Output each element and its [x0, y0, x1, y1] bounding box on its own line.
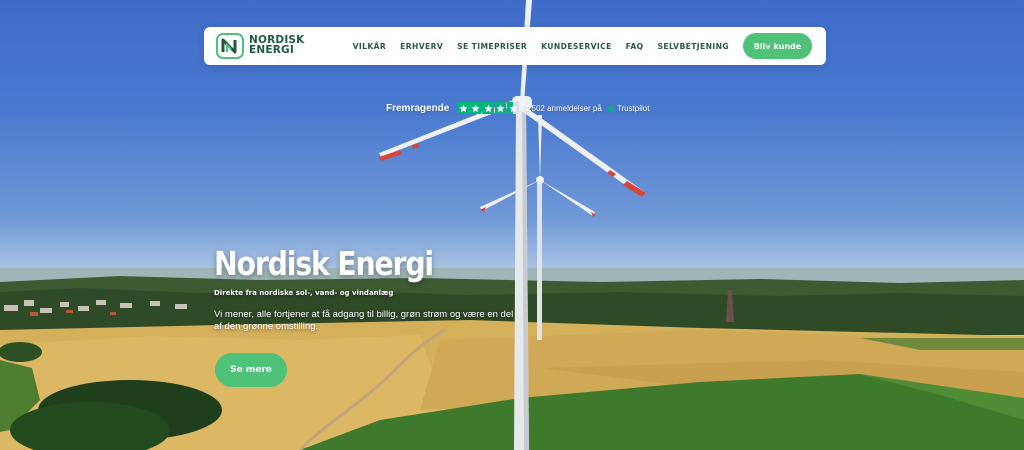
nav-link-kundeservice[interactable]: KUNDESERVICE — [534, 42, 619, 51]
top-navigation-bar: NORDISK ENERGI VILKÅR ERHVERV SE TIMEPRI… — [204, 27, 826, 65]
star-icon — [457, 102, 469, 114]
hero-title: Nordisk Energi — [214, 244, 434, 283]
half-star-icon — [507, 102, 519, 114]
nav-link-vilkar[interactable]: VILKÅR — [346, 42, 394, 51]
wind-turbine-landscape-photo — [0, 0, 1024, 450]
review-count-text: 1.502 anmeldelser på — [524, 103, 602, 113]
se-mere-button[interactable]: Se mere — [215, 353, 287, 387]
trust-rating-label: Fremragende — [386, 102, 450, 114]
nav-link-se-timepriser[interactable]: SE TIMEPRISER — [450, 42, 534, 51]
bliv-kunde-button[interactable]: Bliv kunde — [743, 33, 812, 59]
logo[interactable]: NORDISK ENERGI — [216, 33, 305, 59]
trustpilot-widget[interactable]: Fremragende 1.502 anmeldelser på Trustpi… — [386, 100, 649, 116]
nordisk-energi-logo-icon — [216, 33, 244, 59]
nav-link-faq[interactable]: FAQ — [619, 42, 651, 51]
hero-body-text: Vi mener, alle fortjener at få adgang ti… — [214, 309, 514, 332]
hero-subtitle: Direkte fra nordiske sol-, vand- og vind… — [214, 289, 394, 297]
trust-stars — [457, 102, 519, 114]
trustpilot-name: Trustpilot — [616, 103, 650, 113]
star-icon — [469, 102, 482, 114]
star-icon — [482, 102, 494, 114]
nav-link-erhverv[interactable]: ERHVERV — [393, 42, 450, 51]
logo-text-line2: ENERGI — [249, 44, 294, 56]
nav-link-selvbetjening[interactable]: SELVBETJENING — [651, 42, 736, 51]
star-icon — [494, 102, 507, 114]
hero-background — [0, 0, 1024, 450]
trustpilot-star-icon — [606, 104, 615, 112]
nav-links: VILKÅR ERHVERV SE TIMEPRISER KUNDESERVIC… — [346, 42, 736, 51]
